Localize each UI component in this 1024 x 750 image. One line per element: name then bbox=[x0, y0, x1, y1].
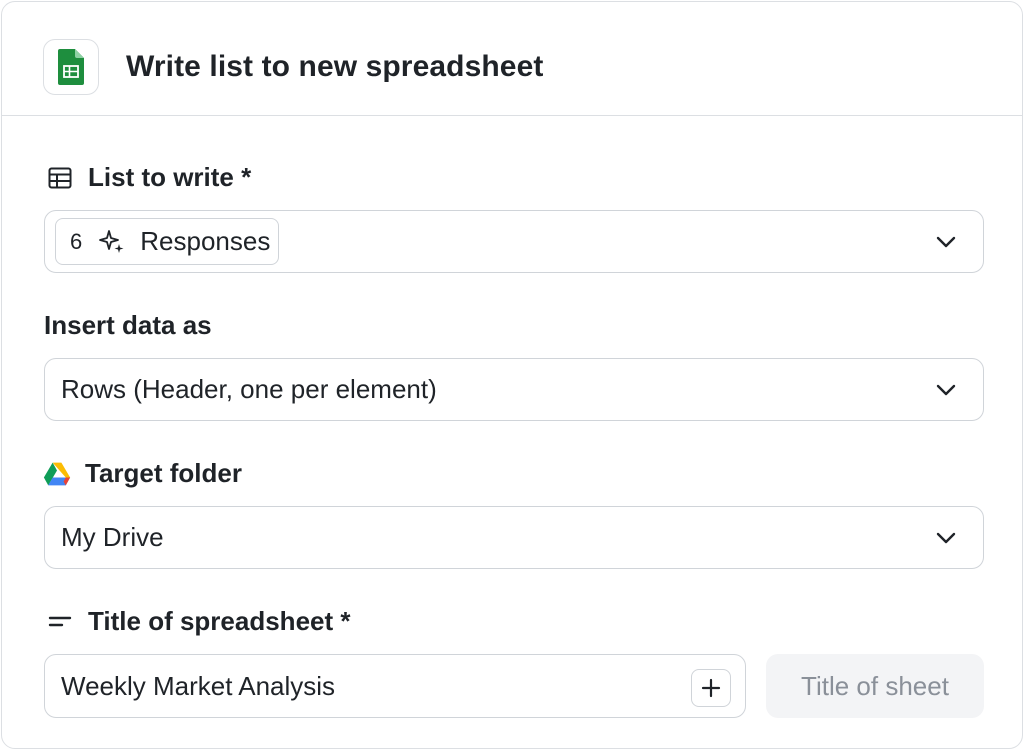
chevron-down-icon[interactable] bbox=[933, 229, 959, 255]
app-icon-box bbox=[43, 39, 99, 95]
sparkle-icon bbox=[99, 229, 124, 253]
list-field-label: List to write * bbox=[46, 162, 251, 193]
insert-mode-value: Rows (Header, one per element) bbox=[61, 374, 437, 404]
list-field-label-text: List to write * bbox=[88, 162, 252, 192]
table-icon bbox=[46, 164, 74, 192]
list-select[interactable]: 6 Responses bbox=[44, 210, 984, 273]
folder-value: My Drive bbox=[61, 522, 164, 552]
google-sheets-icon bbox=[58, 49, 84, 85]
insert-field-label: Insert data as bbox=[44, 310, 212, 341]
spreadsheet-title-input[interactable]: Weekly Market Analysis bbox=[44, 654, 746, 718]
plus-icon bbox=[701, 678, 721, 698]
folder-field-label-text: Target folder bbox=[85, 458, 242, 488]
folder-field-label: Target folder bbox=[43, 458, 242, 489]
title-field-label-text: Title of spreadsheet * bbox=[88, 606, 351, 636]
google-drive-icon bbox=[43, 460, 71, 488]
sheet-title-input[interactable]: Title of sheet bbox=[766, 654, 984, 718]
chip-count: 6 bbox=[70, 228, 83, 254]
card-header: Write list to new spreadsheet bbox=[2, 2, 1022, 116]
folder-select[interactable]: My Drive bbox=[44, 506, 984, 569]
title-field-label: Title of spreadsheet * bbox=[46, 606, 351, 637]
chevron-down-icon[interactable] bbox=[933, 377, 959, 403]
insert-mode-select[interactable]: Rows (Header, one per element) bbox=[44, 358, 984, 421]
insert-variable-button[interactable] bbox=[691, 669, 731, 707]
responses-chip[interactable]: 6 Responses bbox=[55, 218, 280, 265]
action-card: Write list to new spreadsheet List to wr… bbox=[1, 1, 1023, 749]
spreadsheet-title-value: Weekly Market Analysis bbox=[61, 670, 336, 701]
text-lines-icon bbox=[46, 608, 74, 636]
insert-field-label-text: Insert data as bbox=[44, 310, 212, 340]
chevron-down-icon[interactable] bbox=[933, 525, 959, 551]
page-title: Write list to new spreadsheet bbox=[126, 50, 544, 83]
chip-label: Responses bbox=[140, 226, 271, 256]
